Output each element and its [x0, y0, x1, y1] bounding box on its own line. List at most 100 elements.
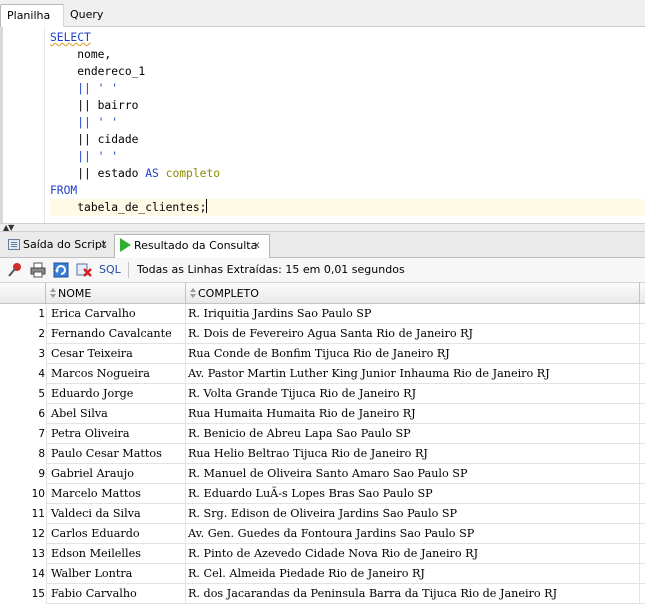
code-text: nome, [77, 48, 112, 61]
row-number: 15 [0, 584, 46, 604]
sort-icon[interactable] [190, 288, 196, 299]
cell-completo[interactable]: R. Iriquitia Jardins Sao Paulo SP [186, 304, 640, 324]
sql-button[interactable]: SQL [99, 258, 121, 282]
table-row[interactable]: 3 Cesar Teixeira Rua Conde de Bonfim Tijuc… [0, 344, 645, 364]
sort-icon[interactable] [50, 288, 56, 299]
cell-completo[interactable]: Rua Humaita Humaita Rio de Janeiro RJ [186, 404, 640, 424]
table-row[interactable]: 10 Marcelo Mattos R. Eduardo LuÃ-s Lopes B… [0, 484, 645, 504]
cell-nome[interactable]: Cesar Teixeira [46, 344, 186, 364]
cell-completo[interactable]: Av. Gen. Guedes da Fontoura Jardins Sao … [186, 524, 640, 544]
cell-nome[interactable]: Carlos Eduardo [46, 524, 186, 544]
code-text: endereco_1 [77, 65, 146, 78]
table-row[interactable]: 5 Eduardo Jorge R. Volta Grande Tijuca Rio… [0, 384, 645, 404]
cell-nome[interactable]: Petra Oliveira [46, 424, 186, 444]
table-row[interactable]: 15 Fabio Carvalho R. dos Jacarandas da Pen… [0, 584, 645, 604]
row-number: 14 [0, 564, 46, 584]
code-text: || ' ' [77, 116, 119, 129]
code-line-1: SELECT [50, 29, 645, 46]
cell-completo[interactable]: R. Benicio de Abreu Lapa Sao Paulo SP [186, 424, 640, 444]
splitter-arrows-icon[interactable]: ▲▼ [3, 224, 14, 232]
output-tab-bar: Saída do Script x Resultado da Consulta … [0, 232, 645, 258]
table-row[interactable]: 1 Erica Carvalho R. Iriquitia Jardins Sao … [0, 304, 645, 324]
row-number: 12 [0, 524, 46, 544]
row-number: 11 [0, 504, 46, 524]
row-number: 13 [0, 544, 46, 564]
cell-nome[interactable]: Edson Meilelles [46, 544, 186, 564]
table-row[interactable]: 8 Paulo Cesar Mattos Rua Helio Beltrao Tij… [0, 444, 645, 464]
code-line-3: endereco_1 [50, 63, 645, 80]
cell-nome[interactable]: Walber Lontra [46, 564, 186, 584]
pin-icon[interactable] [7, 262, 23, 278]
cell-completo[interactable]: Av. Pastor Martin Luther King Junior Inh… [186, 364, 640, 384]
code-line-5: || bairro [50, 97, 645, 114]
cell-nome[interactable]: Fabio Carvalho [46, 584, 186, 604]
cell-completo[interactable]: Rua Helio Beltrao Tijuca Rio de Janeiro … [186, 444, 640, 464]
cell-nome[interactable]: Marcos Nogueira [46, 364, 186, 384]
code-text: tabela_de_clientes; [77, 201, 207, 214]
cell-completo[interactable]: R. Volta Grande Tijuca Rio de Janeiro RJ [186, 384, 640, 404]
column-header-completo[interactable]: COMPLETO [186, 283, 640, 304]
code-text: || ' ' [77, 82, 119, 95]
table-row[interactable]: 4 Marcos Nogueira Av. Pastor Martin Luther… [0, 364, 645, 384]
table-row[interactable]: 7 Petra Oliveira R. Benicio de Abreu Lapa … [0, 424, 645, 444]
tab-query-builder[interactable]: Query Builder [63, 4, 141, 43]
cell-completo[interactable]: R. Dois de Fevereiro Agua Santa Rio de J… [186, 324, 640, 344]
results-grid: NOME COMPLETO 1 Erica Carvalho R. Iriquiti… [0, 283, 645, 611]
sql-code[interactable]: SELECT nome, endereco_1 || ' ' || bairro… [50, 29, 645, 216]
table-row[interactable]: 6 Abel Silva Rua Humaita Humaita Rio de Ja… [0, 404, 645, 424]
row-number: 8 [0, 444, 46, 464]
table-row[interactable]: 14 Walber Lontra R. Cel. Almeida Piedade R… [0, 564, 645, 584]
column-header-label: NOME [58, 287, 92, 300]
editor-gutter [3, 27, 45, 223]
print-icon[interactable] [30, 262, 46, 278]
cell-nome[interactable]: Fernando Cavalcante [46, 324, 186, 344]
tab-script-output[interactable]: Saída do Script x [3, 234, 115, 258]
refresh-icon[interactable] [53, 262, 69, 278]
column-header-nome[interactable]: NOME [46, 283, 186, 304]
cell-nome[interactable]: Gabriel Araujo [46, 464, 186, 484]
row-number: 4 [0, 364, 46, 384]
tab-planilha[interactable]: Planilha [0, 4, 64, 27]
code-line-7: || cidade [50, 131, 645, 148]
table-row[interactable]: 12 Carlos Eduardo Av. Gen. Guedes da Fonto… [0, 524, 645, 544]
cell-completo[interactable]: R. Cel. Almeida Piedade Rio de Janeiro R… [186, 564, 640, 584]
row-number: 10 [0, 484, 46, 504]
close-script-output-icon[interactable]: x [101, 234, 107, 256]
tab-query-result-label: Resultado da Consulta [134, 239, 258, 252]
cell-nome[interactable]: Paulo Cesar Mattos [46, 444, 186, 464]
cell-completo[interactable]: R. Srg. Edison de Oliveira Jardins Sao P… [186, 504, 640, 524]
row-number: 5 [0, 384, 46, 404]
clear-icon[interactable] [76, 262, 92, 278]
table-row[interactable]: 2 Fernando Cavalcante R. Dois de Fevereiro… [0, 324, 645, 344]
cell-completo[interactable]: R. Eduardo LuÃ-s Lopes Bras Sao Paulo SP [186, 484, 640, 504]
cell-completo[interactable]: R. Pinto de Azevedo Cidade Nova Rio de J… [186, 544, 640, 564]
close-query-result-icon[interactable]: x [254, 235, 260, 257]
row-number-header [0, 283, 46, 304]
cell-completo[interactable]: R. dos Jacarandas da Peninsula Barra da … [186, 584, 640, 604]
text-caret [206, 199, 208, 213]
as-keyword: AS [145, 167, 159, 180]
table-row[interactable]: 11 Valdeci da Silva R. Srg. Edison de Oliv… [0, 504, 645, 524]
cell-nome[interactable]: Abel Silva [46, 404, 186, 424]
code-text: || ' ' [77, 150, 119, 163]
code-text: || bairro [77, 99, 139, 112]
cell-completo[interactable]: Rua Conde de Bonfim Tijuca Rio de Janeir… [186, 344, 640, 364]
cell-nome[interactable]: Valdeci da Silva [46, 504, 186, 524]
sql-editor[interactable]: SELECT nome, endereco_1 || ' ' || bairro… [0, 27, 645, 223]
cell-completo[interactable]: R. Manuel de Oliveira Santo Amaro Sao Pa… [186, 464, 640, 484]
code-line-6: || ' ' [50, 114, 645, 131]
cell-nome[interactable]: Marcelo Mattos [46, 484, 186, 504]
panel-splitter[interactable]: ▲▼ [0, 223, 645, 232]
tab-query-result[interactable]: Resultado da Consulta x [114, 234, 270, 258]
table-row[interactable]: 13 Edson Meilelles R. Pinto de Azevedo Cid… [0, 544, 645, 564]
cell-nome[interactable]: Erica Carvalho [46, 304, 186, 324]
code-line-10: FROM [50, 182, 645, 199]
cell-nome[interactable]: Eduardo Jorge [46, 384, 186, 404]
table-row[interactable]: 9 Gabriel Araujo R. Manuel de Oliveira San… [0, 464, 645, 484]
